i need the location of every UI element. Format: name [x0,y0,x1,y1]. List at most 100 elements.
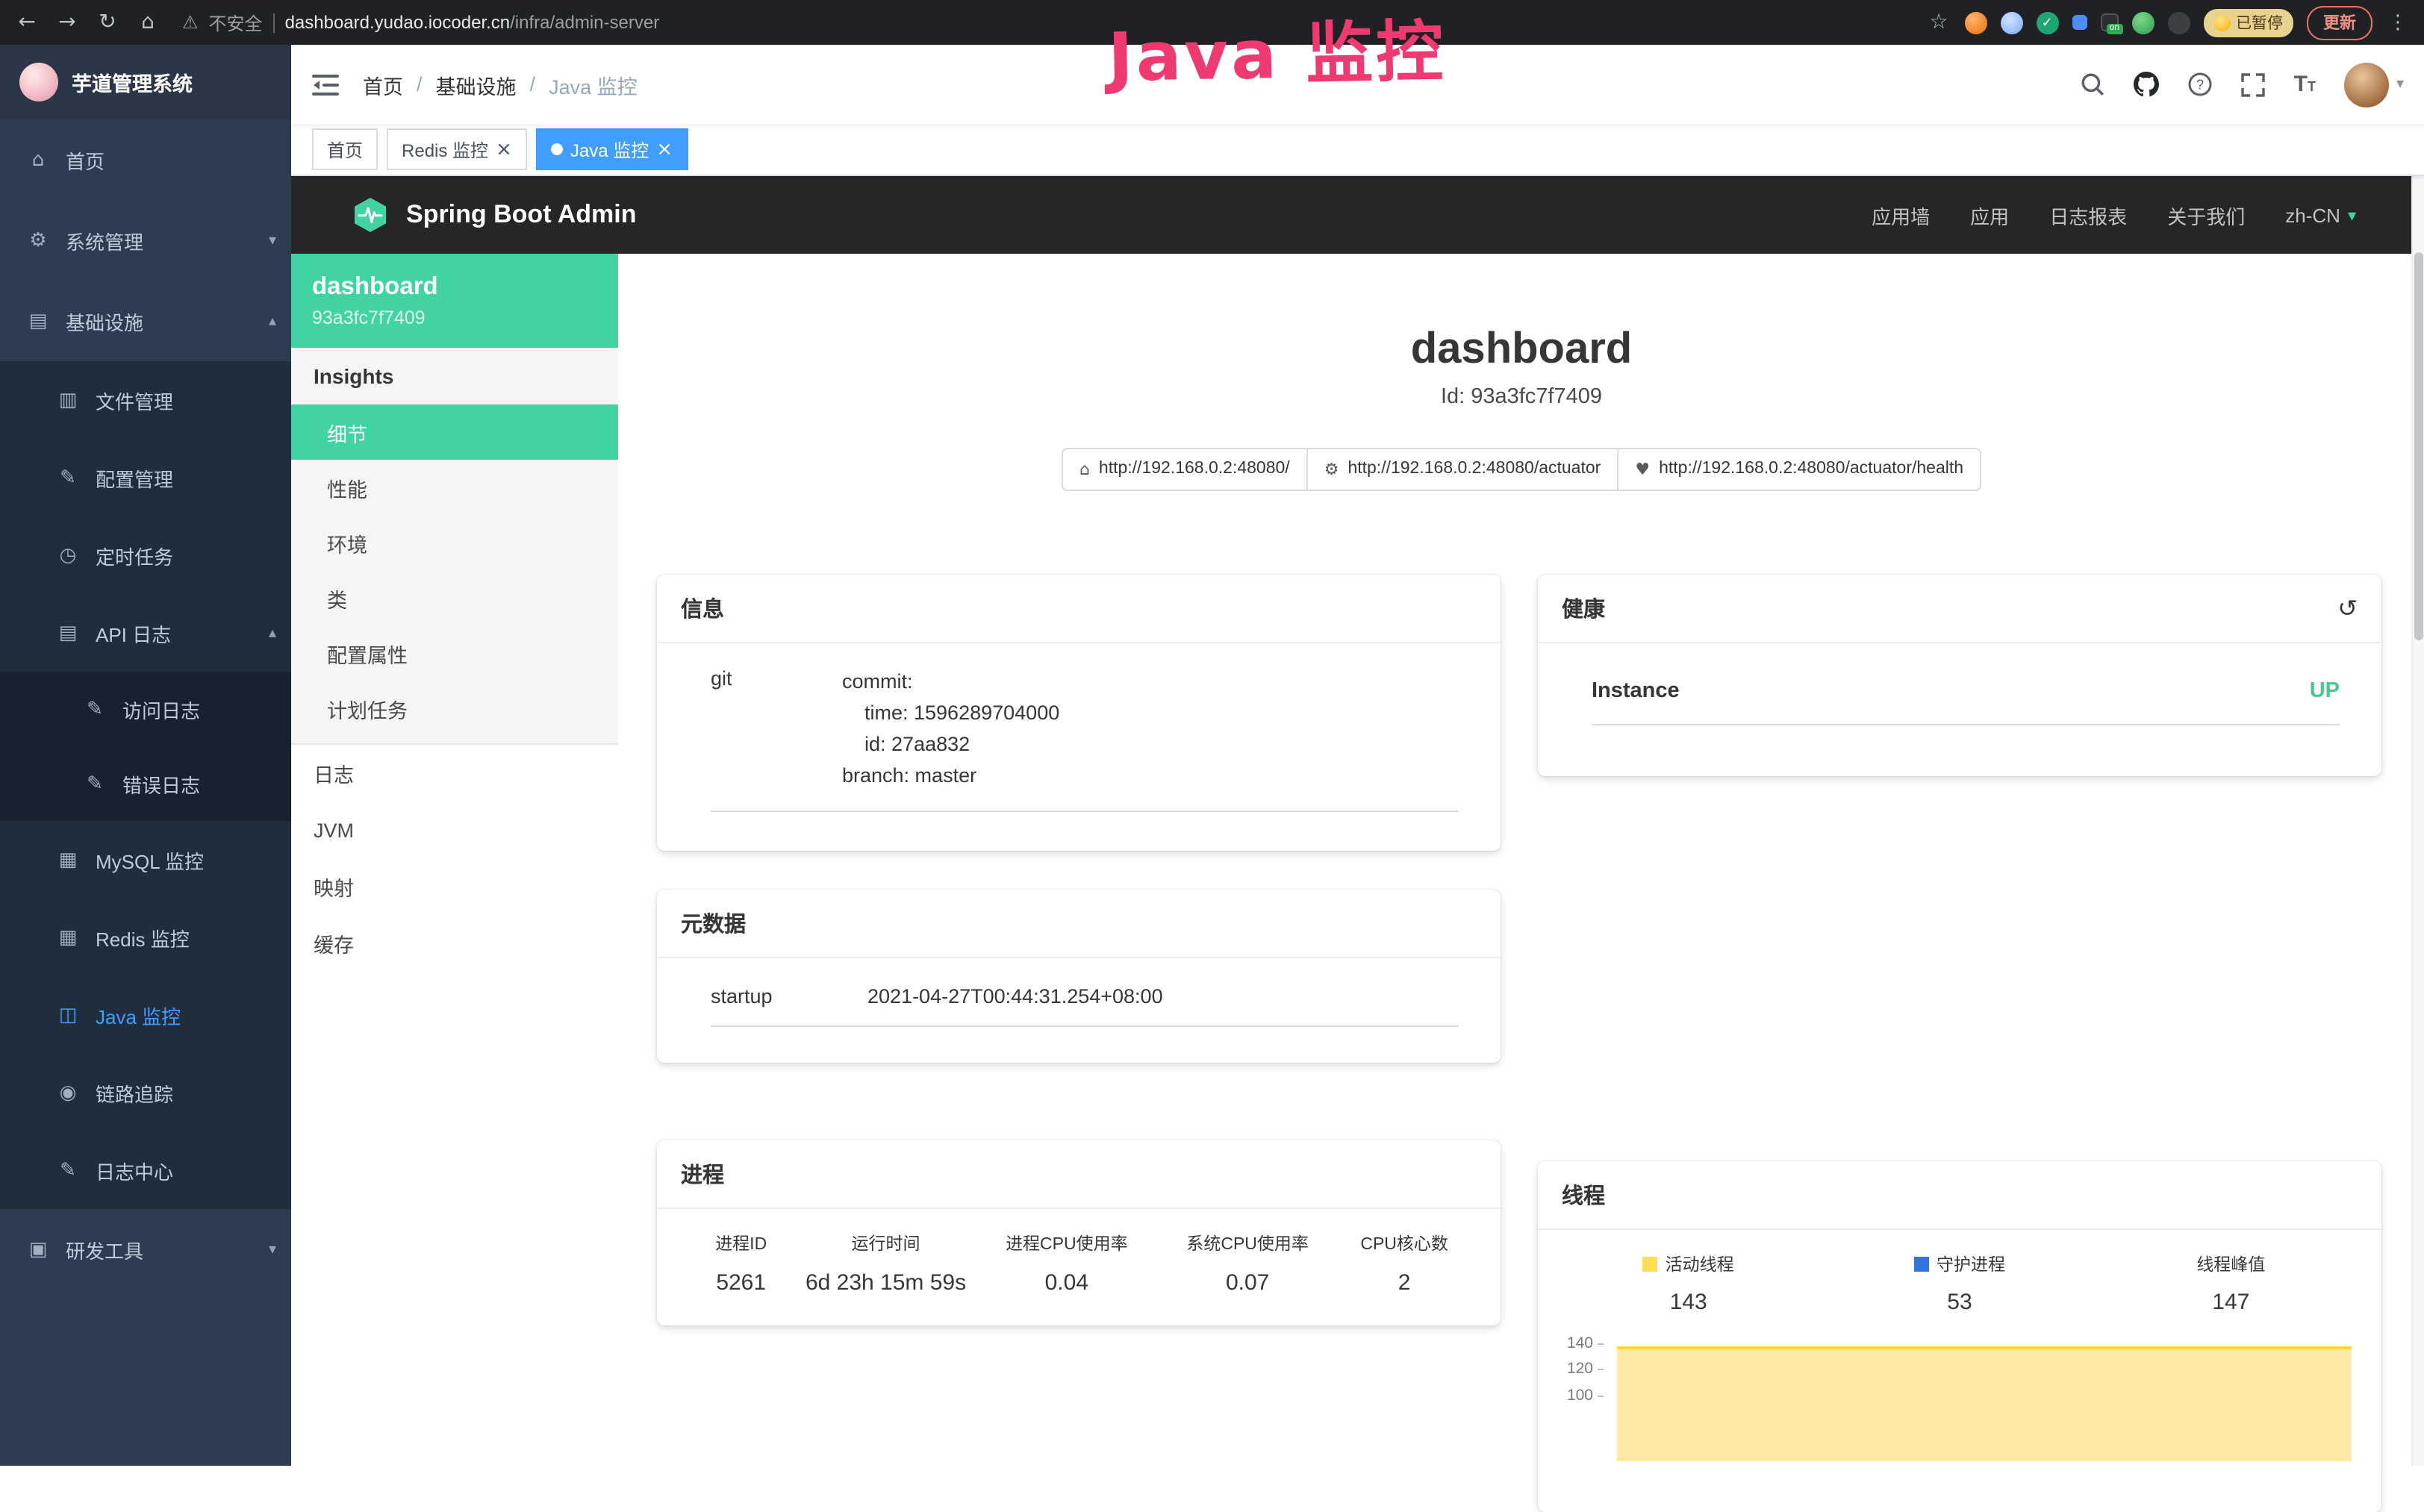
font-size-icon[interactable]: TT [2294,73,2316,96]
forward-icon[interactable]: → [55,10,79,34]
fullscreen-icon[interactable] [2242,72,2266,96]
collapse-sidebar-icon[interactable] [312,72,339,96]
sidebar-item-home[interactable]: ⌂ 首页 [0,119,291,200]
info-card: 信息 git commit: time: 1596289704000 id: 2… [657,575,1501,850]
daemon-threads-value: 53 [1824,1290,2095,1315]
tab-home[interactable]: 首页 [312,128,378,170]
extension-icon-4[interactable] [2072,15,2087,30]
sba-menu-config-props[interactable]: 配置属性 [291,625,618,681]
extension-icon-3[interactable]: ✓ [2036,11,2058,34]
extension-icon-1[interactable] [1964,11,1987,34]
extension-icon-5[interactable]: on [2100,13,2118,31]
sba-menu-scheduled-tasks[interactable]: 计划任务 [291,681,618,736]
process-col-system-cpu: 系统CPU使用率 [1157,1231,1338,1255]
extension-icon-7[interactable] [2167,11,2190,34]
git-time-line: time: 1596289704000 [842,699,1459,730]
heartbeat-icon: ♥ [1635,460,1650,479]
health-url-button[interactable]: ♥ http://192.168.0.2:48080/actuator/heal… [1617,448,1981,491]
sidebar-item-label: Redis 监控 [96,923,190,952]
sba-nav-about[interactable]: 关于我们 [2167,201,2245,229]
sidebar-item-system[interactable]: ⚙ 系统管理 ▾ [0,200,291,281]
metadata-card-title: 元数据 [657,889,1501,958]
github-icon[interactable] [2134,72,2160,97]
extension-icon-6[interactable] [2131,11,2154,34]
document-icon: ✎ [84,698,106,720]
tab-redis-monitor[interactable]: Redis 监控 × [387,128,527,170]
sba-brand[interactable]: Spring Boot Admin [351,196,637,234]
browser-toolbar-right: ☆ ✓ on 已暂停 更新 ⋮ [1927,5,2410,40]
chrome-update-button[interactable]: 更新 [2307,5,2372,40]
sba-nav-wall[interactable]: 应用墙 [1872,201,1930,229]
reload-icon[interactable]: ↻ [96,10,119,34]
file-icon: ▥ [57,389,79,411]
clock-icon: ◷ [57,544,79,566]
live-threads-area-series [1617,1346,2352,1461]
sidebar-item-dev-tools[interactable]: ▣ 研发工具 ▾ [0,1209,291,1290]
info-key: git [711,667,842,690]
legend-label: 守护进程 [1937,1252,2005,1276]
sba-menu-environment[interactable]: 环境 [291,515,618,570]
health-instance-row[interactable]: Instance UP [1592,643,2340,725]
sidebar-item-scheduled-jobs[interactable]: ◷ 定时任务 [0,516,291,594]
sba-language-select[interactable]: zh-CN ▾ [2285,204,2356,226]
sidebar-item-mysql-monitor[interactable]: ▦ MySQL 监控 [0,821,291,899]
app-logo-row[interactable]: 芋道管理系统 [0,45,291,119]
breadcrumb-infrastructure[interactable]: 基础设施 [436,69,517,99]
process-val-process-cpu: 0.04 [976,1269,1157,1295]
history-icon[interactable]: ↺ [2337,594,2358,622]
close-icon[interactable]: × [496,140,512,159]
sba-sidebar: dashboard 93a3fc7f7409 Insights 细节 性能 环境… [291,254,618,1466]
back-icon[interactable]: ← [15,10,39,34]
address-bar[interactable]: ⚠ 不安全 dashboard.yudao.iocoder.cn/infra/a… [182,10,1910,35]
sidebar-item-infrastructure[interactable]: ▤ 基础设施 ▴ [0,281,291,361]
sidebar-item-label: 链路追踪 [96,1078,173,1107]
user-menu[interactable]: ▾ [2344,62,2404,107]
live-threads-value: 143 [1553,1290,1824,1315]
not-secure-label[interactable]: 不安全 [209,10,263,35]
sidebar-item-label: 研发工具 [66,1235,143,1263]
sba-menu-beans[interactable]: 类 [291,570,618,625]
sidebar-item-access-logs[interactable]: ✎ 访问日志 [0,672,291,746]
y-axis-tick: 140 [1559,1334,1604,1352]
health-instance-label: Instance [1592,679,1680,703]
sidebar-item-label: 错误日志 [122,769,200,798]
sba-nav-journal[interactable]: 日志报表 [2049,201,2127,229]
home-icon[interactable]: ⌂ [136,10,160,34]
sidebar-item-config-management[interactable]: ✎ 配置管理 [0,439,291,516]
bookmark-star-icon[interactable]: ☆ [1927,10,1951,34]
paused-extension-badge[interactable]: 已暂停 [2203,8,2293,37]
search-icon[interactable] [2081,72,2106,97]
sidebar-item-log-center[interactable]: ✎ 日志中心 [0,1131,291,1209]
chrome-menu-icon[interactable]: ⋮ [2386,11,2410,34]
tab-label: Redis 监控 [402,137,488,162]
sidebar-item-error-logs[interactable]: ✎ 错误日志 [0,746,291,821]
sba-insights-block: Insights 细节 性能 环境 类 配置属性 计划任务 [291,348,618,745]
close-icon[interactable]: × [656,140,673,159]
sidebar-item-api-logs[interactable]: ▤ API 日志 ▴ [0,594,291,672]
tab-java-monitor[interactable]: Java 监控 × [536,128,688,170]
sba-menu-caches[interactable]: 缓存 [291,915,618,972]
sba-menu-mappings[interactable]: 映射 [291,858,618,915]
sba-menu-metrics[interactable]: 性能 [291,460,618,515]
sidebar-item-file-management[interactable]: ▥ 文件管理 [0,361,291,439]
actuator-url-button[interactable]: ⚙ http://192.168.0.2:48080/actuator [1306,448,1619,491]
scrollbar-thumb[interactable] [2414,252,2423,640]
health-status-badge: UP [2310,679,2340,703]
sidebar-item-redis-monitor[interactable]: ▦ Redis 监控 [0,899,291,976]
sidebar-item-label: 文件管理 [96,386,173,414]
instance-url-button[interactable]: ⌂ http://192.168.0.2:48080/ [1062,448,1308,491]
help-icon[interactable]: ? [2188,72,2213,97]
sidebar-item-java-monitor[interactable]: ◫ Java 监控 [0,976,291,1054]
app-sidebar: 芋道管理系统 ⌂ 首页 ⚙ 系统管理 ▾ ▤ 基础设施 ▴ ▥ 文件管理 [0,45,291,1466]
breadcrumb-home[interactable]: 首页 [363,69,403,99]
scrollbar-track[interactable] [2411,175,2424,1466]
sba-nav-applications[interactable]: 应用 [1970,201,2009,229]
cards-column-left: 信息 git commit: time: 1596289704000 id: 2… [657,575,1501,1325]
sba-menu-loggers[interactable]: 日志 [291,745,618,802]
sba-menu-details[interactable]: 细节 [291,404,618,460]
sidebar-item-tracing[interactable]: ◉ 链路追踪 [0,1054,291,1131]
sba-menu-jvm[interactable]: JVM [291,802,618,858]
sidebar-item-label: 日志中心 [96,1156,173,1184]
sba-instance-header[interactable]: dashboard 93a3fc7f7409 [291,254,618,348]
extension-icon-2[interactable] [2000,11,2022,34]
